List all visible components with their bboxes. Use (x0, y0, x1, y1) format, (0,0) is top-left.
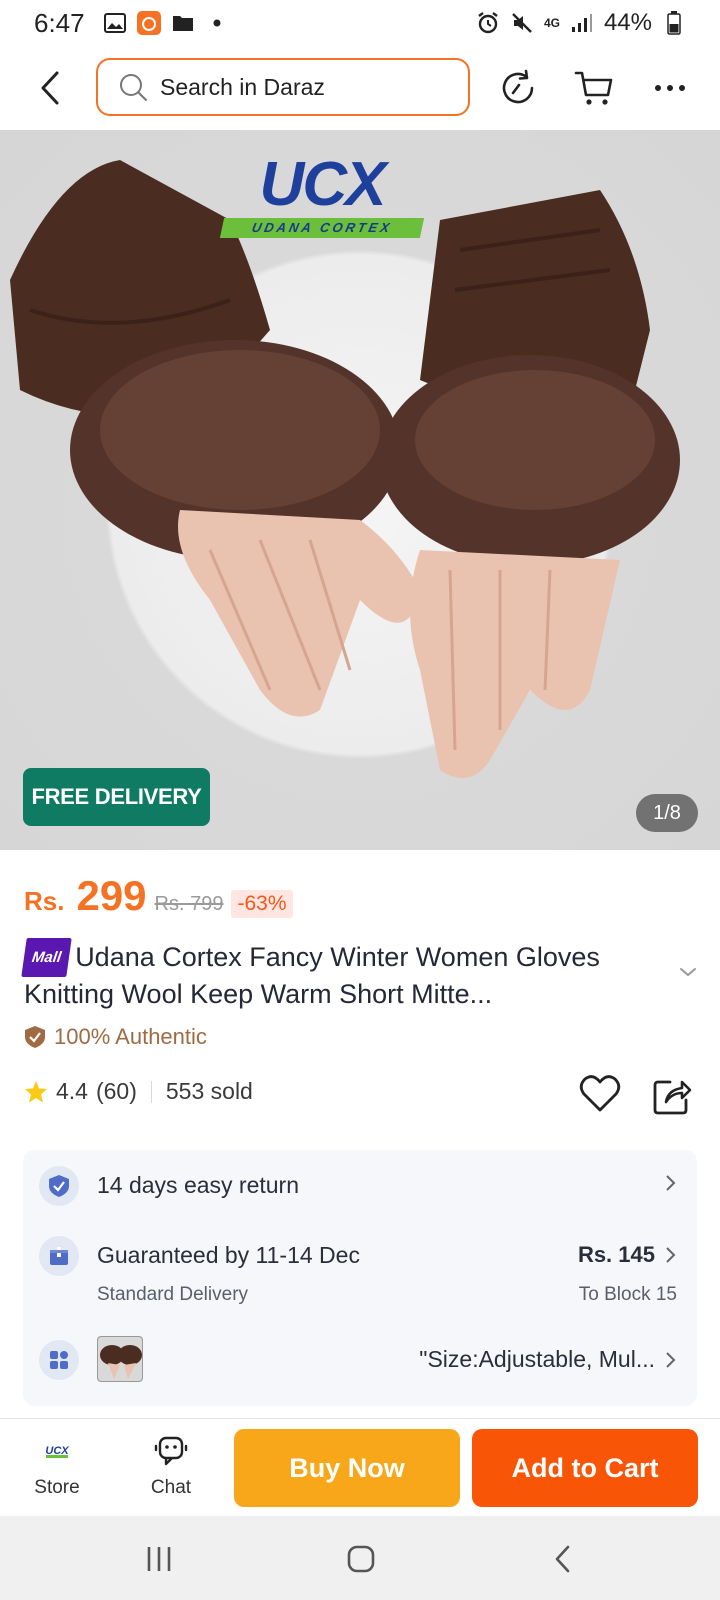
status-left: 6:47 (34, 8, 229, 39)
back-button[interactable] (30, 66, 70, 110)
service-info-card: 14 days easy return Guaranteed by 11-14 … (23, 1150, 697, 1406)
heart-icon (579, 1075, 621, 1112)
history-icon (502, 69, 534, 104)
delivery-location: To Block 15 (578, 1284, 677, 1305)
folder-icon (171, 12, 195, 34)
brand-logo-subtext: UDANA CORTEX (219, 218, 425, 238)
alarm-icon (476, 12, 500, 34)
return-arrow (663, 1174, 677, 1192)
delivery-price-wrap: Rs. 145 (578, 1242, 677, 1268)
app-notification-icon (136, 11, 161, 35)
top-header (0, 46, 720, 130)
authentic-label: 100% Authentic (24, 1024, 207, 1050)
share-button[interactable] (652, 1072, 692, 1116)
more-icon (655, 85, 685, 91)
product-image-carousel[interactable]: UCX UDANA CORTEX FREE DELIVERY 1/8 (0, 130, 720, 850)
delivery-price: Rs. 145 (577, 1242, 655, 1267)
return-shield-icon (39, 1166, 79, 1206)
variant-selector: "Size:Adjustable, Mul... (419, 1346, 677, 1373)
network-type: 4G (543, 16, 560, 30)
star-icon (25, 1080, 47, 1102)
search-bar[interactable] (96, 58, 470, 116)
chevron-right-icon (666, 1247, 676, 1263)
store-label: Store (34, 1477, 80, 1498)
product-title[interactable]: Mall Udana Cortex Fancy Winter Women Glov… (21, 938, 664, 1012)
system-back-icon (555, 1545, 570, 1573)
system-nav-bar (0, 1516, 720, 1600)
search-input[interactable] (160, 73, 440, 101)
more-button[interactable] (646, 64, 694, 112)
price-current: 299 (76, 872, 147, 919)
chevron-down-icon[interactable] (676, 960, 700, 984)
grid-icon (39, 1340, 79, 1380)
delivery-title: Guaranteed by 11-14 Dec (97, 1242, 360, 1268)
store-logo-icon: UCX (42, 1431, 72, 1471)
status-bar: 6:47 4G 44% (0, 0, 720, 46)
dot-icon (205, 12, 229, 34)
chat-button[interactable]: Chat (126, 1431, 216, 1499)
return-policy-row[interactable]: 14 days easy return (23, 1150, 697, 1222)
variant-text: "Size:Adjustable, Mul... (419, 1346, 655, 1372)
home-button[interactable] (336, 1534, 386, 1584)
rating-count: (60) (95, 1078, 137, 1104)
chat-label: Chat (150, 1477, 192, 1498)
recent-apps-button[interactable] (134, 1534, 184, 1584)
image-counter: 1/8 (636, 794, 698, 832)
gallery-icon (103, 12, 127, 34)
search-icon (120, 74, 147, 101)
wishlist-button[interactable] (578, 1072, 622, 1116)
battery-icon (662, 11, 686, 35)
free-delivery-badge: FREE DELIVERY (23, 768, 210, 826)
share-icon (653, 1080, 692, 1115)
chevron-right-icon (666, 1351, 676, 1368)
status-time: 6:47 (34, 7, 85, 38)
delivery-box-icon (39, 1236, 79, 1276)
authentic-text: 100% Authentic (54, 1024, 207, 1049)
add-to-cart-button[interactable]: Add to Cart (472, 1429, 698, 1507)
signal-icon (570, 12, 594, 34)
variant-thumbnail (97, 1336, 143, 1382)
variant-row[interactable]: "Size:Adjustable, Mul... (23, 1318, 697, 1404)
rating-value: 4.4 (56, 1078, 88, 1104)
brand-logo: UCX UDANA CORTEX (219, 150, 425, 248)
delivery-row[interactable]: Guaranteed by 11-14 Dec Standard Deliver… (23, 1222, 697, 1318)
cart-icon (574, 71, 613, 105)
delivery-subtitle: Standard Delivery (97, 1284, 249, 1305)
mall-badge: Mall (21, 938, 72, 977)
battery-percent: 44% (603, 9, 652, 36)
sold-count: 553 sold (165, 1078, 253, 1104)
store-button[interactable]: UCX Store (12, 1431, 102, 1499)
divider (150, 1080, 152, 1103)
rating-row[interactable]: 4.4 (60) 553 sold (24, 1078, 253, 1105)
price-original: Rs. 799 (154, 893, 224, 915)
chat-icon (154, 1431, 188, 1471)
shield-check-icon (25, 1026, 45, 1048)
recent-apps-icon (147, 1547, 171, 1571)
status-right: 4G 44% (476, 9, 686, 37)
system-back-button[interactable] (538, 1534, 588, 1584)
buy-now-button[interactable]: Buy Now (234, 1429, 460, 1507)
return-text: 14 days easy return (97, 1172, 300, 1198)
home-icon (347, 1545, 375, 1573)
chevron-right-icon (666, 1175, 676, 1191)
product-title-text: Udana Cortex Fancy Winter Women Gloves K… (24, 942, 600, 1009)
bottom-action-bar: UCX Store Chat Buy Now Add to Cart (0, 1418, 720, 1516)
brand-logo-text: UCX (259, 150, 387, 219)
mute-icon (510, 12, 534, 34)
back-arrow-icon (41, 71, 59, 105)
price-currency: Rs. (24, 886, 65, 916)
history-button[interactable] (494, 64, 542, 112)
price-row: Rs. 299 Rs. 799 -63% (24, 872, 293, 920)
discount-badge: -63% (231, 890, 293, 918)
cart-button[interactable] (570, 64, 618, 112)
